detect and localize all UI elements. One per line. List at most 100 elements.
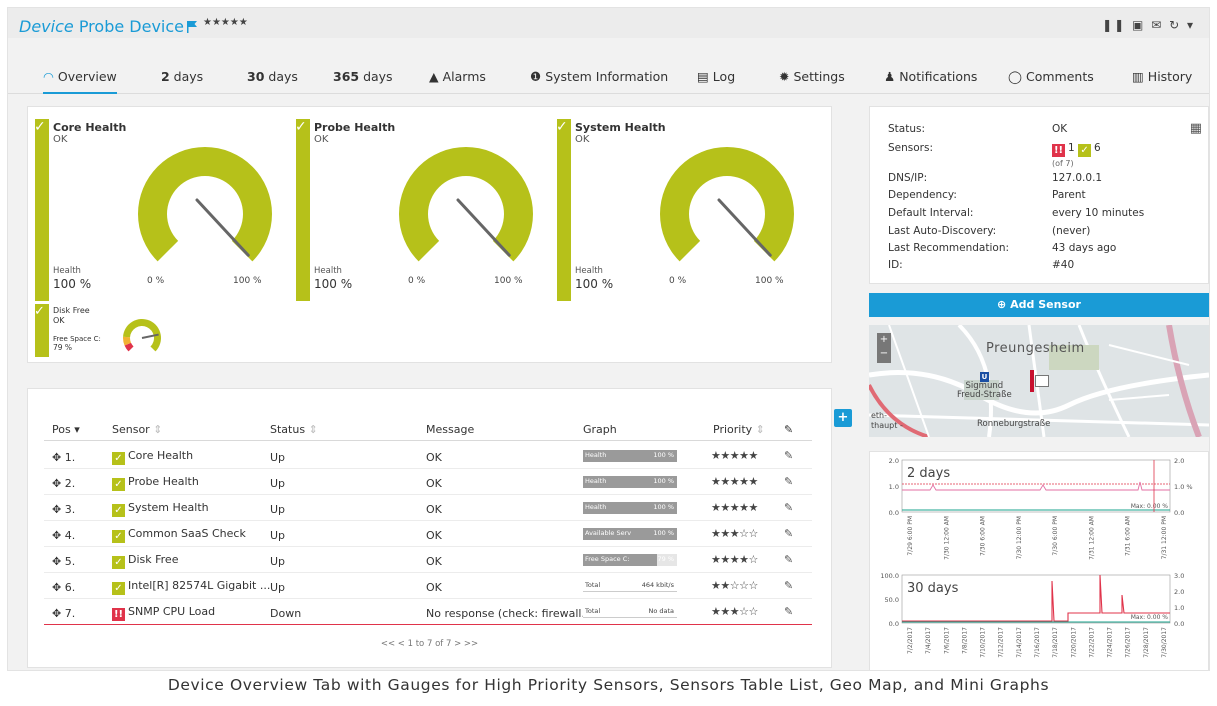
zoom-out-icon[interactable]: − — [877, 347, 891, 361]
tab-overview[interactable]: ◠ Overview — [43, 69, 117, 94]
qr-code-icon[interactable]: ▦ — [1190, 121, 1202, 136]
tab-settings[interactable]: ✹ Settings — [779, 69, 845, 84]
table-row[interactable]: ✥ 6. ✓ Intel[R] 82574L Gigabit ... Up OK Tota… — [44, 573, 812, 599]
sensor-name[interactable]: Disk Free — [128, 553, 178, 566]
mail-icon[interactable]: ✉ — [1151, 18, 1163, 32]
edit-icon[interactable]: ✎ — [784, 527, 793, 540]
row-sensor[interactable]: ✓ Core Health — [112, 449, 193, 465]
zoom-controls[interactable]: + − — [877, 333, 891, 363]
edit-icon[interactable]: ✎ — [784, 449, 793, 462]
info-value: 43 days ago — [1052, 242, 1117, 254]
row-sensor[interactable]: !! SNMP CPU Load — [112, 605, 215, 621]
gauge-card-system-health[interactable]: ✓ System Health OK Health 100 % 0 % 100 … — [556, 119, 810, 301]
row-priority-stars[interactable]: ★★☆☆☆ — [711, 579, 758, 592]
row-sensor[interactable]: ✓ Intel[R] 82574L Gigabit ... — [112, 579, 270, 595]
error-status-icon[interactable]: !! — [1052, 144, 1065, 157]
tab-365-days[interactable]: 365 days — [333, 69, 393, 84]
column-header-status[interactable]: Status ⇕ — [270, 423, 318, 436]
tab-system-information[interactable]: ❶ System Information — [530, 69, 668, 84]
mini-graph-30-days[interactable]: 30 days 100.0 50.0 0.0 3.0 2.0 1.0 0.0 Max: 0.00… — [870, 567, 1209, 671]
sort-icon: ⇕ — [755, 423, 765, 436]
device-priority-stars[interactable]: ★★★★★ — [203, 17, 248, 28]
pager[interactable]: << < 1 to 7 of 7 > >> — [28, 639, 831, 649]
map-marker-pin[interactable] — [1030, 370, 1034, 392]
check-icon: ✓ — [34, 119, 46, 135]
table-row[interactable]: ✥ 1. ✓ Core Health Up OK Health 100 % ★★★★★ ✎ — [44, 443, 812, 469]
tab-alarms[interactable]: ▲ Alarms — [429, 69, 486, 84]
tab-notifications[interactable]: ♟ Notifications — [884, 69, 977, 84]
row-mini-graph[interactable]: Total No data — [583, 606, 677, 618]
sensors-up-count[interactable]: 6 — [1094, 142, 1101, 154]
sensor-name[interactable]: Intel[R] 82574L Gigabit ... — [128, 579, 270, 592]
row-priority-stars[interactable]: ★★★★★ — [711, 449, 758, 462]
chevron-down-icon[interactable]: ▾ — [1187, 18, 1195, 32]
pdf-icon[interactable]: ▣ — [1132, 18, 1145, 32]
sensor-name[interactable]: Common SaaS Check — [128, 527, 246, 540]
flag-icon[interactable] — [187, 18, 197, 33]
row-priority-stars[interactable]: ★★★★★ — [711, 475, 758, 488]
row-priority-stars[interactable]: ★★★☆☆ — [711, 527, 758, 540]
sensor-name[interactable]: Probe Health — [128, 475, 199, 488]
edit-icon[interactable]: ✎ — [784, 579, 793, 592]
mini-graph-2-days[interactable]: 2 days 2.0 1.0 0.0 2.0 1.0 % 0.0 Max: 0.00 % 7/2… — [870, 452, 1209, 564]
column-header-pos[interactable]: Pos ▾ — [52, 423, 80, 436]
table-row[interactable]: ✥ 3. ✓ System Health Up OK Health 100 % ★★★★★ ✎ — [44, 495, 812, 521]
drag-handle-icon[interactable]: ✥ — [52, 581, 61, 594]
drag-handle-icon[interactable]: ✥ — [52, 477, 61, 490]
device-name[interactable]: Probe Device — [79, 17, 184, 36]
drag-handle-icon[interactable]: ✥ — [52, 555, 61, 568]
drag-handle-icon[interactable]: ✥ — [52, 607, 61, 620]
sensor-name[interactable]: System Health — [128, 501, 209, 514]
gauge-card-probe-health[interactable]: ✓ Probe Health OK Health 100 % 0 % 100 % — [295, 119, 549, 301]
sensor-name[interactable]: SNMP CPU Load — [128, 605, 215, 618]
tab-history[interactable]: ▥ History — [1132, 69, 1192, 84]
row-sensor[interactable]: ✓ Disk Free — [112, 553, 178, 569]
drag-handle-icon[interactable]: ✥ — [52, 451, 61, 464]
column-header-priority[interactable]: Priority ⇕ — [713, 423, 765, 436]
drag-handle-icon[interactable]: ✥ — [52, 503, 61, 516]
refresh-icon[interactable]: ↻ — [1169, 18, 1181, 32]
table-row[interactable]: ✥ 2. ✓ Probe Health Up OK Health 100 % ★★★★★ ✎ — [44, 469, 812, 495]
gauge-card-disk-free[interactable]: ✓ Disk Free OK Free Space C: 79 % — [34, 304, 161, 357]
table-row[interactable]: ✥ 4. ✓ Common SaaS Check Up OK Available Serv… — [44, 521, 812, 547]
row-mini-graph[interactable]: Total 464 kbit/s — [583, 580, 677, 592]
edit-icon[interactable]: ✎ — [784, 605, 793, 618]
row-priority-stars[interactable]: ★★★★☆ — [711, 553, 758, 566]
pause-icon[interactable]: ❚❚ — [1102, 18, 1126, 32]
info-value: OK — [1052, 123, 1068, 135]
row-sensor[interactable]: ✓ Common SaaS Check — [112, 527, 246, 543]
info-value[interactable]: Parent — [1052, 189, 1086, 201]
row-mini-graph[interactable]: Health 100 % — [583, 502, 677, 514]
row-position: 3. — [64, 503, 76, 516]
row-mini-graph[interactable]: Free Space C: 79 % — [583, 554, 677, 566]
geo-map[interactable]: + − Preungesheim Sigmund Freud-Straße Ron… — [869, 325, 1209, 437]
row-mini-graph[interactable]: Health 100 % — [583, 476, 677, 488]
table-row[interactable]: ✥ 7.!! SNMP CPU Load Down No response (chec… — [44, 599, 812, 625]
edit-icon[interactable]: ✎ — [784, 553, 793, 566]
device-marker-icon[interactable] — [1035, 375, 1049, 387]
drag-handle-icon[interactable]: ✥ — [52, 529, 61, 542]
row-sensor[interactable]: ✓ Probe Health — [112, 475, 199, 491]
tab-comments[interactable]: ◯ Comments — [1008, 69, 1094, 84]
edit-columns-icon[interactable]: ✎ — [784, 423, 793, 436]
sensor-name[interactable]: Core Health — [128, 449, 193, 462]
tab-30-days[interactable]: 30 days — [247, 69, 298, 84]
zoom-in-icon[interactable]: + — [877, 333, 891, 347]
column-header-sensor[interactable]: Sensor ⇕ — [112, 423, 162, 436]
row-priority-stars[interactable]: ★★★☆☆ — [711, 605, 758, 618]
add-sensor-button[interactable]: ⊕ Add Sensor — [869, 293, 1209, 317]
row-priority-stars[interactable]: ★★★★★ — [711, 501, 758, 514]
row-sensor[interactable]: ✓ System Health — [112, 501, 209, 517]
row-mini-graph[interactable]: Health 100 % — [583, 450, 677, 462]
tab-2-days[interactable]: 2 days — [161, 69, 203, 84]
sensors-down-count[interactable]: 1 — [1068, 142, 1075, 154]
table-row[interactable]: ✥ 5. ✓ Disk Free Up OK Free Space C: 79 % ★★★★☆… — [44, 547, 812, 573]
edit-icon[interactable]: ✎ — [784, 475, 793, 488]
add-icon[interactable]: + — [834, 409, 852, 427]
tab-log[interactable]: ▤ Log — [697, 69, 735, 84]
gauge-card-core-health[interactable]: ✓ Core Health OK Health 100 % 0 % 100 % — [34, 119, 288, 301]
check-icon: ✓ — [556, 119, 568, 135]
edit-icon[interactable]: ✎ — [784, 501, 793, 514]
ok-status-icon[interactable]: ✓ — [1078, 144, 1092, 157]
row-mini-graph[interactable]: Available Serv 100 % — [583, 528, 677, 540]
